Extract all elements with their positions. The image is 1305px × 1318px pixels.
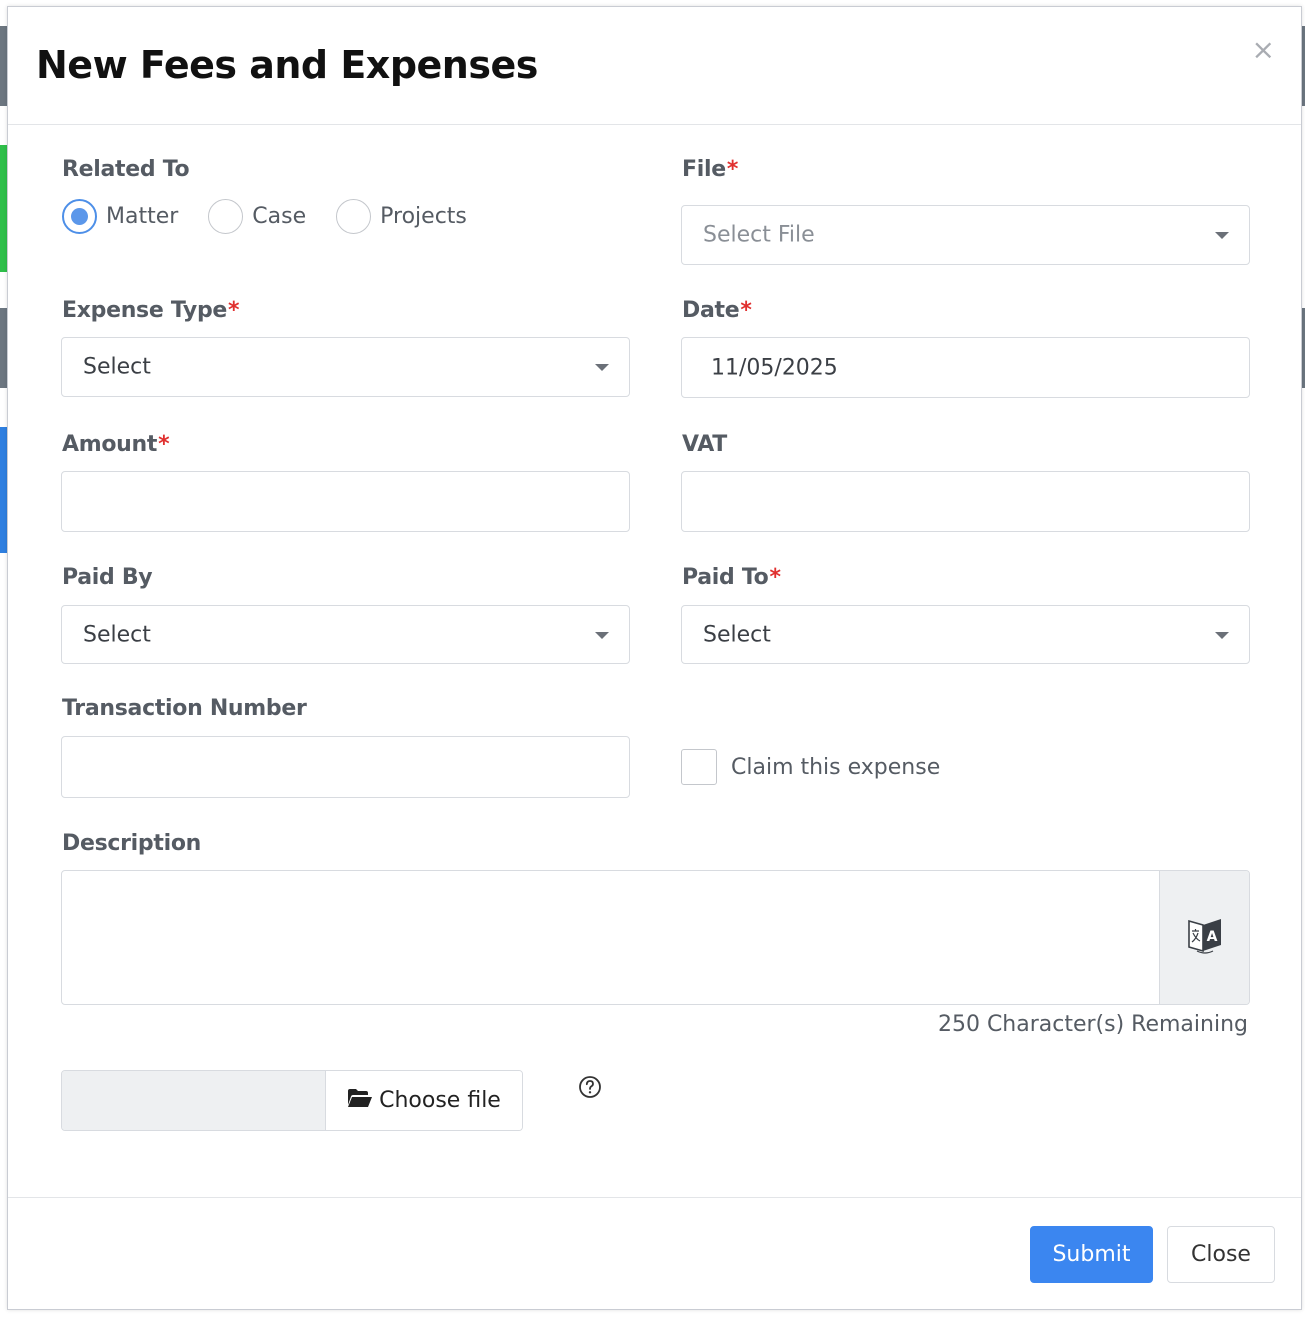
paid-by-label: Paid By — [62, 565, 153, 590]
related-to-label: Related To — [62, 157, 190, 182]
date-input[interactable]: 11/05/2025 — [681, 337, 1250, 398]
chevron-down-icon — [595, 631, 609, 639]
related-to-radio-group: Matter Case Projects — [62, 199, 497, 234]
radio-case-circle[interactable] — [208, 199, 244, 234]
amount-input[interactable] — [61, 471, 630, 532]
required-marker: * — [228, 298, 240, 323]
paid-to-value: Select — [703, 622, 771, 647]
file-name-display — [62, 1071, 326, 1130]
chevron-down-icon — [1215, 232, 1229, 239]
date-label: Date* — [682, 298, 752, 323]
amount-label: Amount* — [62, 432, 170, 457]
required-marker: * — [158, 432, 170, 457]
expense-type-value: Select — [83, 354, 151, 380]
paid-by-value: Select — [83, 622, 151, 647]
close-icon[interactable]: × — [1252, 33, 1275, 66]
choose-file-button[interactable]: Choose file — [326, 1071, 522, 1130]
radio-matter-circle[interactable] — [62, 199, 97, 234]
radio-case-label: Case — [252, 204, 307, 229]
required-marker: * — [740, 298, 752, 323]
description-textarea[interactable]: A — [61, 870, 1250, 1005]
svg-text:A: A — [1206, 929, 1217, 945]
radio-projects-label: Projects — [380, 204, 467, 229]
date-label-text: Date — [682, 298, 740, 323]
expense-type-label-text: Expense Type — [62, 298, 228, 323]
character-counter: 250 Character(s) Remaining — [937, 1012, 1248, 1037]
date-value: 11/05/2025 — [711, 355, 838, 380]
file-label-text: File — [682, 157, 726, 182]
description-label: Description — [62, 831, 201, 856]
radio-projects-circle[interactable] — [336, 199, 372, 234]
description-label-text: Description — [62, 831, 201, 856]
transaction-number-label-text: Transaction Number — [62, 696, 307, 721]
claim-expense-row[interactable]: Claim this expense — [681, 749, 940, 785]
radio-matter-label: Matter — [106, 204, 179, 229]
radio-projects[interactable]: Projects — [336, 199, 467, 234]
amount-label-text: Amount — [62, 432, 158, 457]
submit-button[interactable]: Submit — [1030, 1226, 1153, 1283]
vat-label-text: VAT — [682, 432, 727, 457]
file-label: File* — [682, 157, 738, 182]
paid-by-label-text: Paid By — [62, 565, 153, 590]
translate-button[interactable]: A — [1159, 871, 1249, 1004]
required-marker: * — [726, 157, 739, 182]
expense-type-select[interactable]: Select — [61, 337, 630, 397]
vat-label: VAT — [682, 432, 727, 457]
vat-input[interactable] — [681, 471, 1250, 532]
transaction-number-input[interactable] — [61, 736, 630, 798]
translate-icon: A — [1187, 915, 1223, 960]
transaction-number-label: Transaction Number — [62, 696, 307, 721]
radio-matter[interactable]: Matter — [62, 199, 178, 234]
related-to-label-text: Related To — [62, 157, 190, 182]
required-marker: * — [769, 565, 781, 590]
expense-type-label: Expense Type* — [62, 298, 240, 323]
claim-expense-checkbox[interactable] — [681, 749, 717, 785]
file-select-placeholder: Select File — [703, 222, 815, 248]
modal-title: New Fees and Expenses — [36, 43, 538, 87]
fees-expenses-modal: New Fees and Expenses × Related To Matte… — [7, 6, 1302, 1310]
claim-expense-label: Claim this expense — [731, 754, 941, 780]
file-select[interactable]: Select File — [681, 205, 1250, 265]
folder-open-icon — [347, 1088, 379, 1114]
modal-header: New Fees and Expenses × — [8, 7, 1301, 125]
radio-case[interactable]: Case — [208, 199, 306, 234]
question-circle-icon[interactable] — [578, 1075, 602, 1104]
file-upload-group: Choose file — [61, 1070, 523, 1131]
choose-file-label: Choose file — [379, 1088, 501, 1113]
close-button[interactable]: Close — [1167, 1226, 1275, 1283]
chevron-down-icon — [595, 364, 609, 371]
modal-footer: Submit Close — [8, 1197, 1301, 1310]
paid-to-label-text: Paid To — [682, 565, 769, 590]
paid-to-select[interactable]: Select — [681, 605, 1250, 664]
paid-by-select[interactable]: Select — [61, 605, 630, 664]
chevron-down-icon — [1215, 631, 1229, 639]
paid-to-label: Paid To* — [682, 565, 781, 590]
